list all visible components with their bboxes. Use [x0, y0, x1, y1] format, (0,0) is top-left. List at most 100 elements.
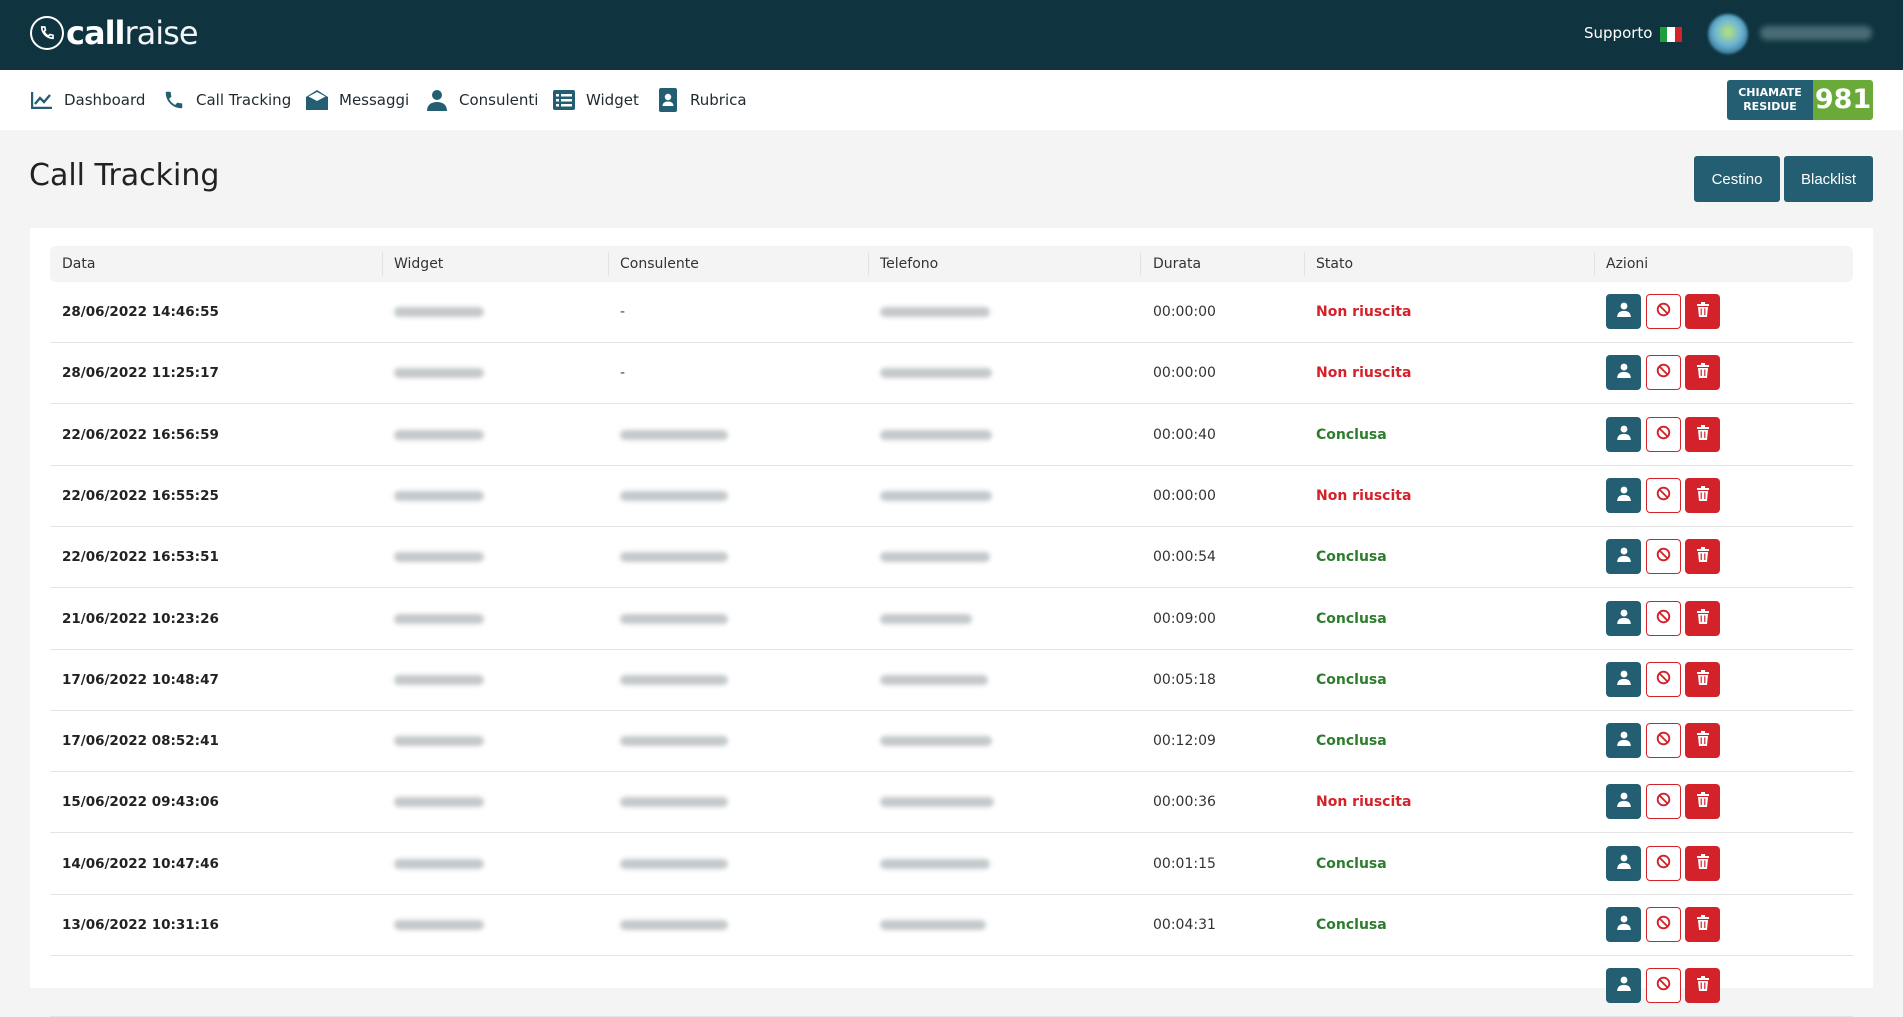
column-divider: [1594, 252, 1595, 276]
assign-consultant-button[interactable]: [1606, 355, 1641, 391]
widget-cell: [394, 429, 484, 440]
blacklist-number-button[interactable]: [1646, 355, 1681, 391]
avatar[interactable]: [1708, 14, 1748, 54]
consulente-cell: [620, 429, 728, 440]
date-cell: 21/06/2022 10:23:26: [62, 610, 219, 627]
blacklist-number-button[interactable]: [1646, 294, 1681, 329]
duration-cell: 00:04:31: [1153, 917, 1216, 933]
consulente-cell: [620, 797, 728, 808]
consulente-cell: -: [620, 365, 626, 382]
delete-call-button[interactable]: [1685, 968, 1720, 1004]
phone-cell: [880, 797, 994, 808]
assign-consultant-button[interactable]: [1606, 416, 1641, 452]
ban-icon: [1656, 547, 1671, 566]
nav-item-messaggi[interactable]: Messaggi: [305, 88, 409, 112]
column-header-widget[interactable]: Widget: [394, 256, 443, 272]
user-icon: [1616, 609, 1631, 628]
user-menu[interactable]: [1760, 26, 1872, 40]
column-header-azioni: Azioni: [1606, 256, 1649, 272]
phone-cell: [880, 674, 988, 685]
delete-call-button[interactable]: [1685, 477, 1720, 513]
delete-call-button[interactable]: [1685, 355, 1720, 391]
blacklist-number-button[interactable]: [1646, 661, 1681, 697]
assign-consultant-button[interactable]: [1606, 845, 1641, 881]
blacklist-number-button[interactable]: [1646, 416, 1681, 452]
ban-icon: [1656, 792, 1671, 811]
column-divider: [382, 252, 383, 276]
column-header-stato[interactable]: Stato: [1316, 256, 1353, 272]
remaining-calls-label: CHIAMATE RESIDUE: [1727, 80, 1813, 120]
trash-icon: [1696, 608, 1709, 628]
delete-call-button[interactable]: [1685, 723, 1720, 759]
assign-consultant-button[interactable]: [1606, 907, 1641, 942]
ban-icon: [1656, 976, 1671, 995]
user-icon: [1616, 486, 1631, 505]
nav-item-rubrica[interactable]: Rubrica: [656, 88, 747, 112]
table-row: 22/06/2022 16:53:51 00:00:54 Conclusa: [50, 527, 1853, 589]
blacklist-number-button[interactable]: [1646, 784, 1681, 820]
assign-consultant-button[interactable]: [1606, 539, 1641, 575]
italian-flag-icon[interactable]: [1660, 27, 1682, 42]
column-header-data[interactable]: Data: [62, 256, 95, 272]
delete-call-button[interactable]: [1685, 600, 1720, 636]
main-nav: Dashboard Call Tracking Messaggi Consule…: [0, 70, 1903, 130]
assign-consultant-button[interactable]: [1606, 294, 1641, 329]
date-cell: 28/06/2022 14:46:55: [62, 304, 219, 320]
column-divider: [868, 252, 869, 276]
date-cell: 22/06/2022 16:55:25: [62, 487, 219, 504]
blacklist-number-button[interactable]: [1646, 539, 1681, 575]
assign-consultant-button[interactable]: [1606, 600, 1641, 636]
remaining-calls-value: 981: [1813, 80, 1873, 120]
consulente-cell: [620, 613, 728, 624]
widget-cell: [394, 552, 484, 563]
widget-cell: [394, 307, 484, 317]
table-row: 17/06/2022 10:48:47 00:05:18 Conclusa: [50, 650, 1853, 711]
column-header-durata[interactable]: Durata: [1153, 256, 1201, 272]
consulente-cell: [620, 552, 728, 563]
delete-call-button[interactable]: [1685, 539, 1720, 575]
assign-consultant-button[interactable]: [1606, 477, 1641, 513]
date-cell: 15/06/2022 09:43:06: [62, 794, 219, 811]
delete-call-button[interactable]: [1685, 907, 1720, 942]
trash-icon: [1696, 424, 1709, 444]
support-link[interactable]: Supporto: [1584, 24, 1652, 42]
assign-consultant-button[interactable]: [1606, 723, 1641, 759]
delete-call-button[interactable]: [1685, 845, 1720, 881]
blacklist-number-button[interactable]: [1646, 723, 1681, 759]
table-row: [50, 956, 1853, 1017]
column-divider: [608, 252, 609, 276]
assign-consultant-button[interactable]: [1606, 661, 1641, 697]
blacklist-button[interactable]: Blacklist: [1784, 156, 1873, 202]
delete-call-button[interactable]: [1685, 294, 1720, 329]
date-cell: 13/06/2022 10:31:16: [62, 917, 219, 933]
delete-call-button[interactable]: [1685, 661, 1720, 697]
nav-item-widget[interactable]: Widget: [552, 88, 639, 112]
ban-icon: [1656, 363, 1671, 382]
delete-call-button[interactable]: [1685, 416, 1720, 452]
blacklist-number-button[interactable]: [1646, 600, 1681, 636]
blacklist-number-button[interactable]: [1646, 907, 1681, 942]
widget-cell: [394, 368, 484, 379]
column-header-telefono[interactable]: Telefono: [880, 256, 938, 272]
date-cell: 28/06/2022 11:25:17: [62, 365, 219, 382]
user-icon: [425, 88, 449, 112]
nav-item-consulenti[interactable]: Consulenti: [425, 88, 538, 112]
user-icon: [1616, 547, 1631, 566]
chart-line-icon: [30, 88, 54, 112]
nav-item-call-tracking[interactable]: Call Tracking: [162, 88, 291, 112]
nav-item-dashboard[interactable]: Dashboard: [30, 88, 145, 112]
callraise-logo[interactable]: callraise: [30, 16, 199, 50]
ban-icon: [1656, 609, 1671, 628]
column-header-consulente[interactable]: Consulente: [620, 256, 699, 272]
table-header: Data Widget Consulente Telefono Durata S…: [50, 246, 1853, 282]
date-cell: 22/06/2022 16:53:51: [62, 549, 219, 566]
blacklist-number-button[interactable]: [1646, 845, 1681, 881]
assign-consultant-button[interactable]: [1606, 784, 1641, 820]
blacklist-number-button[interactable]: [1646, 968, 1681, 1004]
cestino-button[interactable]: Cestino: [1694, 156, 1780, 202]
blacklist-number-button[interactable]: [1646, 477, 1681, 513]
delete-call-button[interactable]: [1685, 784, 1720, 820]
consulente-cell: [620, 858, 728, 869]
ban-icon: [1656, 486, 1671, 505]
assign-consultant-button[interactable]: [1606, 968, 1641, 1004]
